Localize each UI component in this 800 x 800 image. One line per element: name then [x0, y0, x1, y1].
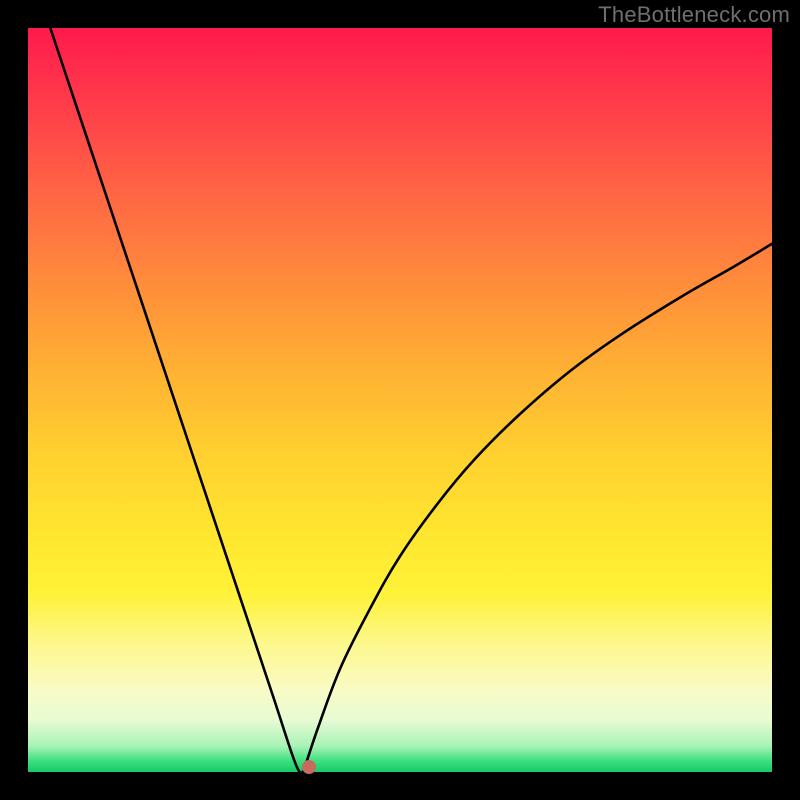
chart-frame: [28, 28, 772, 772]
bottleneck-curve: [28, 28, 772, 772]
watermark-text: TheBottleneck.com: [598, 2, 790, 28]
curve-right-branch: [303, 244, 772, 772]
curve-left-branch: [50, 28, 303, 772]
minimum-point-marker: [302, 760, 316, 774]
